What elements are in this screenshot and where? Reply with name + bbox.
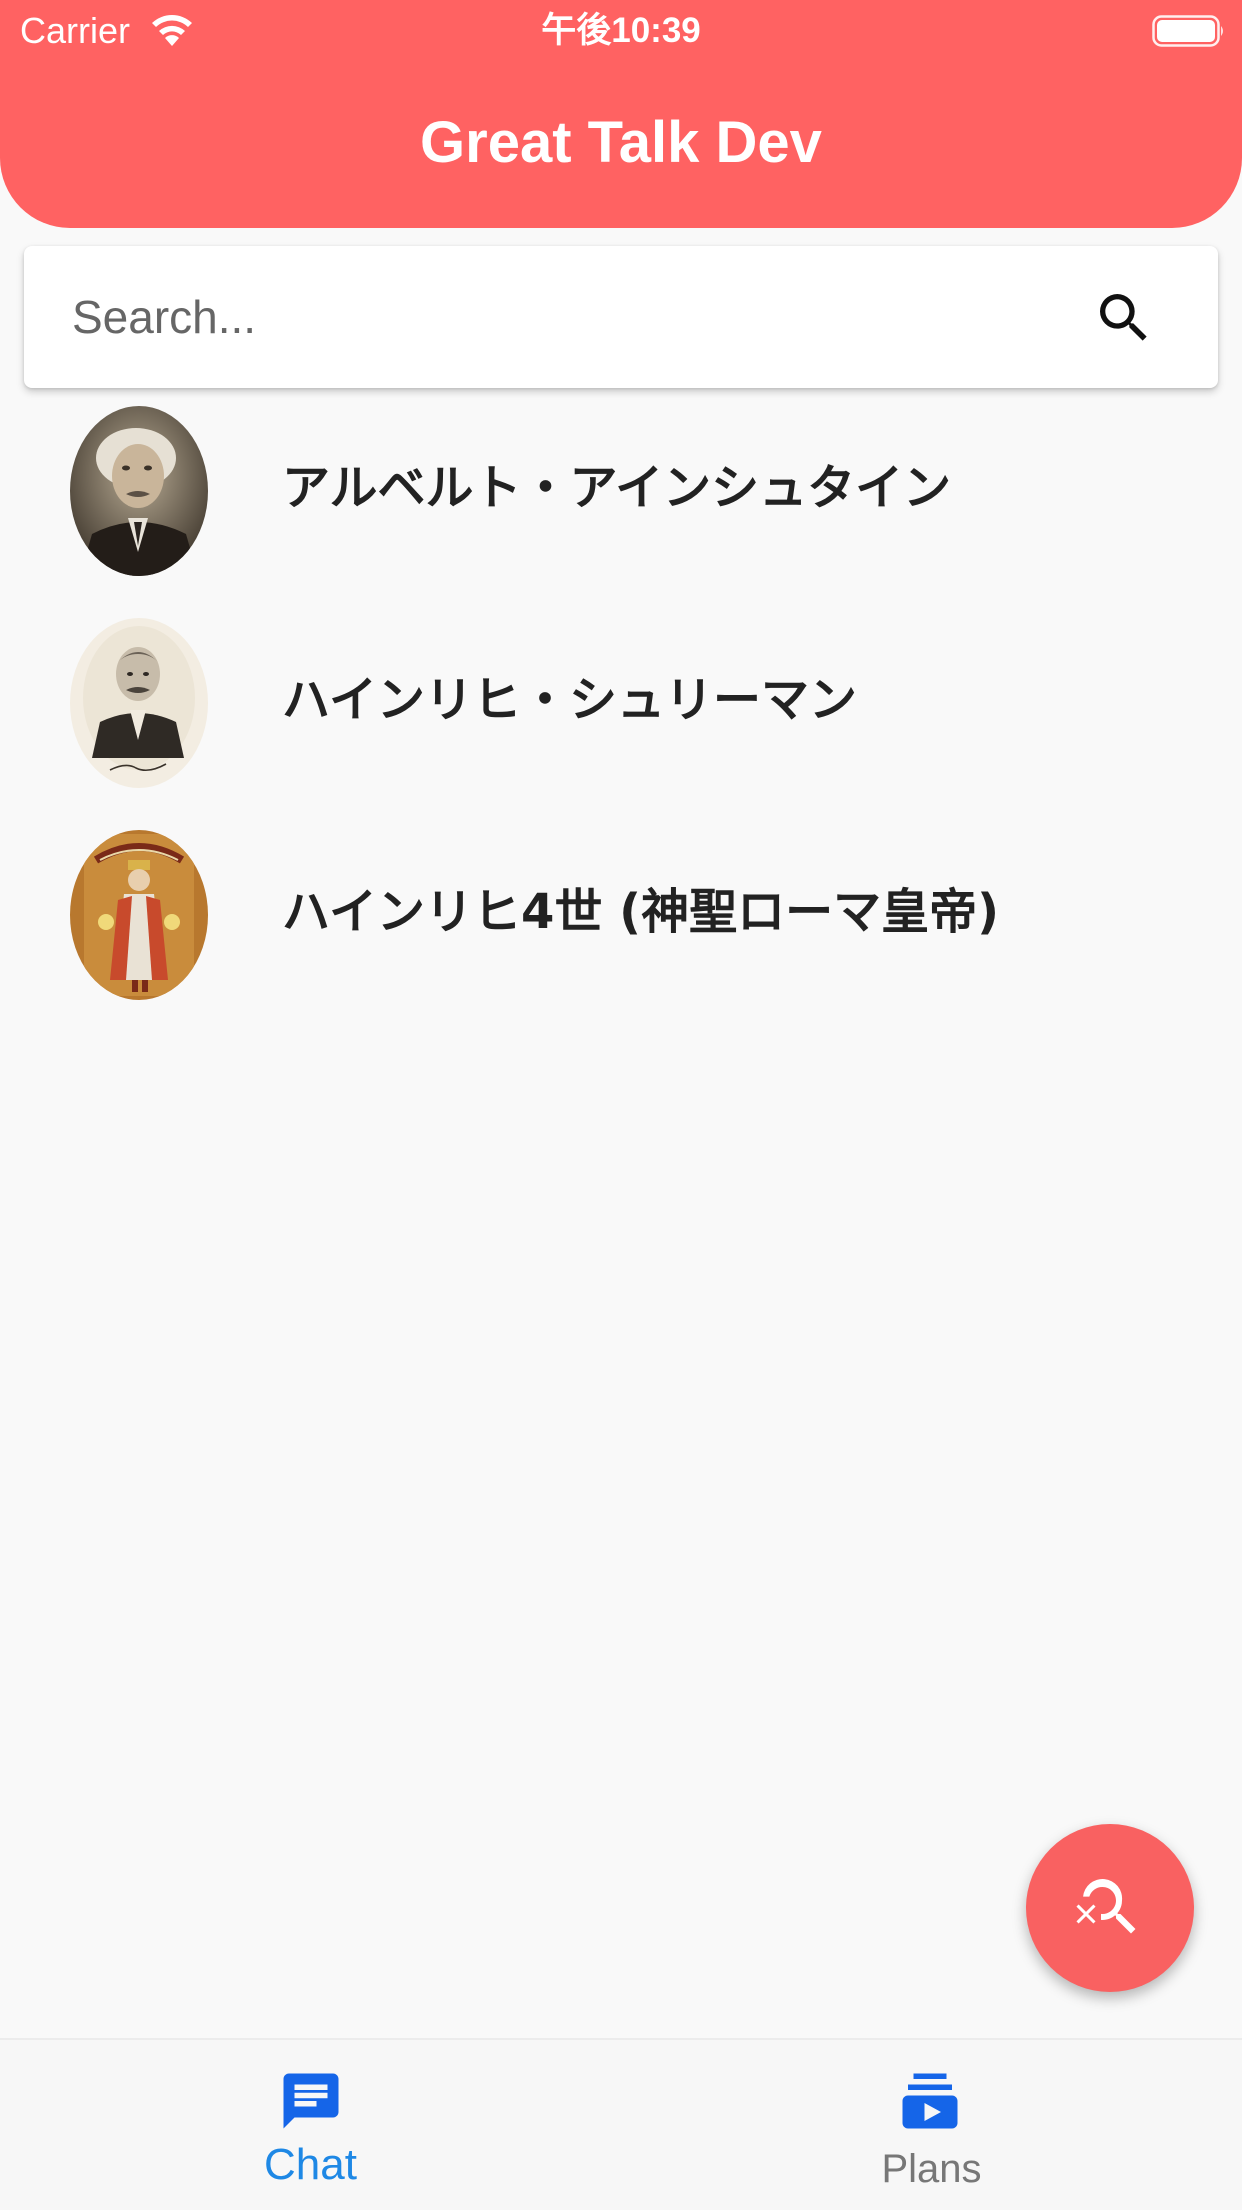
schliemann-portrait [70, 618, 208, 788]
list-item[interactable]: ハインリヒ4世 (神聖ローマ皇帝) [0, 824, 1242, 1024]
chat-icon [283, 2073, 339, 2129]
battery-icon [1152, 15, 1223, 47]
search-icon[interactable] [1092, 286, 1156, 350]
list-item[interactable]: ハインリヒ・シュリーマン [0, 612, 1242, 812]
nav-item-plans[interactable]: Plans [621, 2040, 1242, 2210]
search-off-icon [1076, 1879, 1136, 1934]
search-bar [24, 246, 1218, 388]
person-name: アルベルト・アインシュタイン [282, 460, 952, 516]
person-name: ハインリヒ4世 (神聖ローマ皇帝) [282, 884, 1000, 940]
nav-item-chat[interactable]: Chat [0, 2040, 621, 2210]
einstein-portrait [70, 406, 208, 576]
search-input[interactable] [72, 282, 1052, 352]
avatar [70, 406, 208, 576]
list-item[interactable]: アルベルト・アインシュタイン [0, 400, 1242, 600]
subscriptions-icon [902, 2073, 958, 2129]
nav-label-chat: Chat [264, 2140, 357, 2189]
person-name: ハインリヒ・シュリーマン [282, 672, 858, 728]
bottom-navigation: Chat Plans [0, 2038, 1242, 2210]
app-header: Carrier 午後10:39 Great Talk Dev [0, 0, 1242, 228]
avatar [70, 830, 208, 1000]
status-time: 午後10:39 [541, 11, 701, 50]
clear-search-fab[interactable] [1026, 1824, 1194, 1992]
henry-iv-illumination [70, 830, 208, 1000]
status-bar: Carrier 午後10:39 [0, 0, 1242, 62]
avatar [70, 618, 208, 788]
page-title: Great Talk Dev [420, 110, 822, 175]
nav-label-plans: Plans [881, 2147, 982, 2191]
